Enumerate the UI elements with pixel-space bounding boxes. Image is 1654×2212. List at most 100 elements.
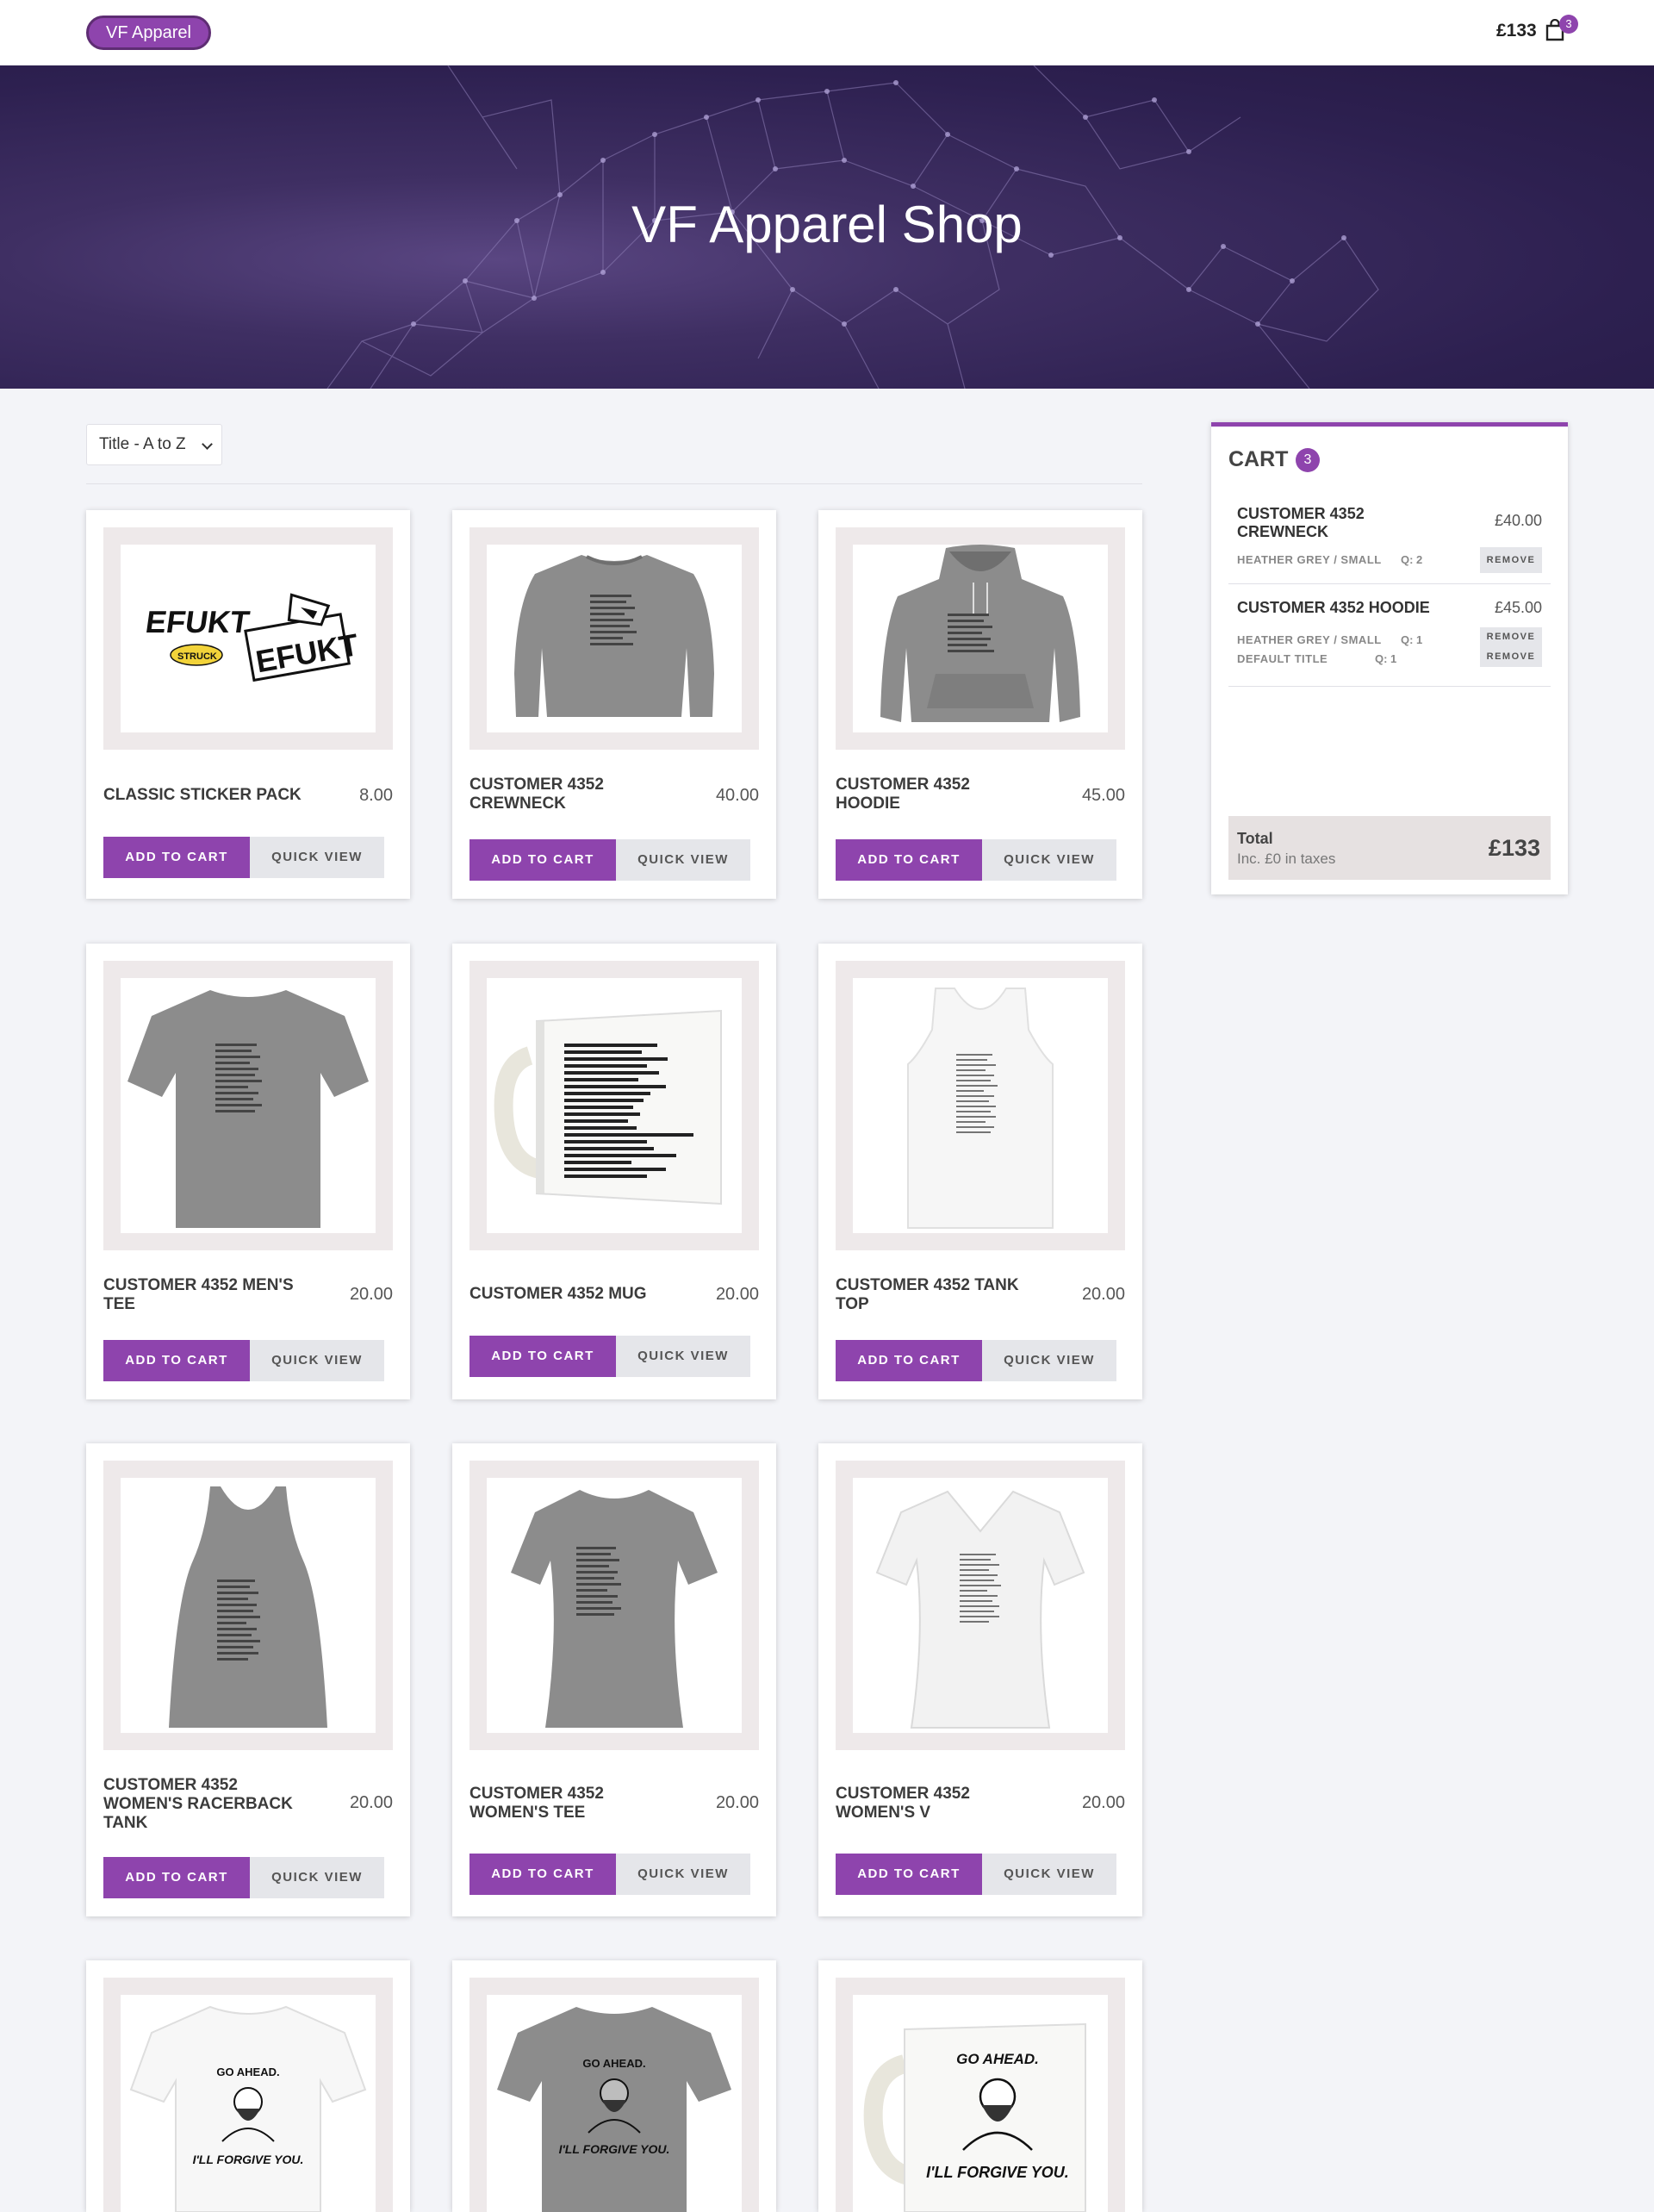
racerback-image[interactable] [121,1478,376,1733]
quick-view-button[interactable]: Quick view [982,839,1116,881]
product-card[interactable]: GO AHEAD. I'LL FORGIVE YOU. [86,1960,410,2212]
cart-count-badge: 3 [1559,15,1578,34]
cart-item-title[interactable]: Customer 4352 Hoodie [1237,599,1461,617]
cart-item: Customer 4352 Crewneck £40.00 Heather Gr… [1228,491,1551,584]
svg-text:GO AHEAD.: GO AHEAD. [582,2057,645,2070]
cart-item-variant: Heather Grey / Small [1237,553,1382,566]
add-to-cart-button[interactable]: Add to cart [836,1340,982,1381]
cart-item-quantity: Q: 1 [1401,633,1423,646]
product-image-frame [836,1461,1125,1750]
quick-view-button[interactable]: Quick view [250,1340,384,1381]
product-price: 20.00 [715,1793,759,1812]
total-label: Total [1237,830,1273,847]
cart-item-price: £40.00 [1494,512,1542,529]
womens-v-image[interactable] [853,1478,1108,1733]
add-to-cart-button[interactable]: Add to cart [103,1857,250,1898]
svg-text:I'LL FORGIVE YOU.: I'LL FORGIVE YOU. [926,2164,1069,2181]
chevron-down-icon [202,439,213,450]
product-card[interactable]: Customer 4352 Crewneck 40.00 Add to cart… [452,510,776,899]
product-card[interactable]: Customer 4352 Men's Tee 20.00 Add to car… [86,944,410,1399]
add-to-cart-button[interactable]: Add to cart [103,1340,250,1381]
forgive-white-tee-image[interactable]: GO AHEAD. I'LL FORGIVE YOU. [121,1995,376,2212]
product-title[interactable]: Customer 4352 Tank Top [836,1276,1034,1314]
product-title[interactable]: Customer 4352 Mug [469,1285,668,1304]
svg-text:STRUCK: STRUCK [177,651,217,662]
product-price: 45.00 [1081,786,1125,805]
remove-button[interactable]: Remove [1480,646,1542,667]
product-image-frame: GO AHEAD. I'LL FORGIVE YOU. [469,1978,759,2212]
product-price: 20.00 [349,1793,393,1812]
product-card[interactable]: Customer 4352 Mug 20.00 Add to cart Quic… [452,944,776,1399]
quick-view-button[interactable]: Quick view [250,837,384,878]
remove-button[interactable]: Remove [1480,627,1542,646]
add-to-cart-button[interactable]: Add to cart [469,1854,616,1895]
cart-item-title[interactable]: Customer 4352 Crewneck [1237,505,1427,541]
quick-view-button[interactable]: Quick view [982,1854,1116,1895]
product-title[interactable]: Customer 4352 Women's Racerback Tank [103,1776,302,1833]
quick-view-button[interactable]: Quick view [250,1857,384,1898]
product-card[interactable]: GO AHEAD. I'LL FORGIVE YOU. [818,1960,1142,2212]
brand-logo-button[interactable]: VF Apparel [86,16,211,50]
add-to-cart-button[interactable]: Add to cart [836,1854,982,1895]
sticker-pack-image[interactable]: EFUKT EFUKT STRUCK [121,545,376,732]
sort-select[interactable]: Title - A to Z [86,424,222,465]
mens-tee-image[interactable] [121,978,376,1233]
top-bar: VF Apparel £133 3 [0,0,1654,65]
womens-tee-image[interactable] [487,1478,742,1733]
add-to-cart-button[interactable]: Add to cart [103,837,250,878]
product-image-frame: EFUKT EFUKT STRUCK [103,527,393,750]
cart-item-variant: Default Title [1237,652,1328,665]
mug-image[interactable] [487,978,742,1233]
cart-item-quantity: Q: 2 [1401,553,1423,566]
cart-panel: Cart 3 Customer 4352 Crewneck £40.00 Hea… [1211,422,1568,894]
product-price: 40.00 [715,786,759,805]
hoodie-image[interactable] [853,545,1108,732]
product-image-frame [469,961,759,1250]
product-card[interactable]: Customer 4352 Tank Top 20.00 Add to cart… [818,944,1142,1399]
cart-item-variant: Heather Grey / Small [1237,633,1382,646]
product-title[interactable]: Customer 4352 Women's V [836,1785,1034,1823]
product-image-frame [836,961,1125,1250]
product-title[interactable]: Classic Sticker Pack [103,786,302,805]
tax-note: Inc. £0 in taxes [1237,851,1336,867]
remove-button[interactable]: Remove [1480,547,1542,573]
cart-heading: Cart [1228,447,1289,471]
add-to-cart-button[interactable]: Add to cart [836,839,982,881]
svg-text:GO AHEAD.: GO AHEAD. [216,2066,279,2078]
product-price: 20.00 [715,1285,759,1304]
header-cart-total[interactable]: £133 [1496,21,1537,41]
product-card[interactable]: GO AHEAD. I'LL FORGIVE YOU. [452,1960,776,2212]
product-card[interactable]: Customer 4352 Women's Tee 20.00 Add to c… [452,1443,776,1916]
product-card[interactable]: Customer 4352 Hoodie 45.00 Add to cart Q… [818,510,1142,899]
forgive-mug-image[interactable]: GO AHEAD. I'LL FORGIVE YOU. [853,1995,1108,2212]
product-image-frame: GO AHEAD. I'LL FORGIVE YOU. [836,1978,1125,2212]
quick-view-button[interactable]: Quick view [616,1336,750,1377]
forgive-grey-tee-image[interactable]: GO AHEAD. I'LL FORGIVE YOU. [487,1995,742,2212]
product-card[interactable]: Customer 4352 Women's Racerback Tank 20.… [86,1443,410,1916]
cart-item-quantity: Q: 1 [1375,652,1397,665]
product-card[interactable]: Customer 4352 Women's V 20.00 Add to car… [818,1443,1142,1916]
crewneck-image[interactable] [487,545,742,732]
add-to-cart-button[interactable]: Add to cart [469,1336,616,1377]
quick-view-button[interactable]: Quick view [616,839,750,881]
svg-text:I'LL FORGIVE YOU.: I'LL FORGIVE YOU. [193,2153,304,2166]
product-price: 20.00 [349,1285,393,1304]
hero-title: VF Apparel Shop [631,196,1023,253]
product-image-frame [469,1461,759,1750]
quick-view-button[interactable]: Quick view [616,1854,750,1895]
product-card[interactable]: EFUKT EFUKT STRUCK Classic Sticker Pack … [86,510,410,899]
cart-item-price: £45.00 [1494,599,1542,616]
product-title[interactable]: Customer 4352 Crewneck [469,776,668,813]
quick-view-button[interactable]: Quick view [982,1340,1116,1381]
product-price: 20.00 [1081,1285,1125,1304]
product-title[interactable]: Customer 4352 Women's Tee [469,1785,668,1823]
product-title[interactable]: Customer 4352 Men's Tee [103,1276,302,1314]
product-image-frame: GO AHEAD. I'LL FORGIVE YOU. [103,1978,393,2212]
product-price: 20.00 [1081,1793,1125,1812]
hero-banner: VF Apparel Shop [0,65,1654,389]
svg-text:EFUKT: EFUKT [144,604,252,639]
product-title[interactable]: Customer 4352 Hoodie [836,776,1034,813]
svg-text:GO AHEAD.: GO AHEAD. [956,2051,1039,2067]
add-to-cart-button[interactable]: Add to cart [469,839,616,881]
tank-top-image[interactable] [853,978,1108,1233]
